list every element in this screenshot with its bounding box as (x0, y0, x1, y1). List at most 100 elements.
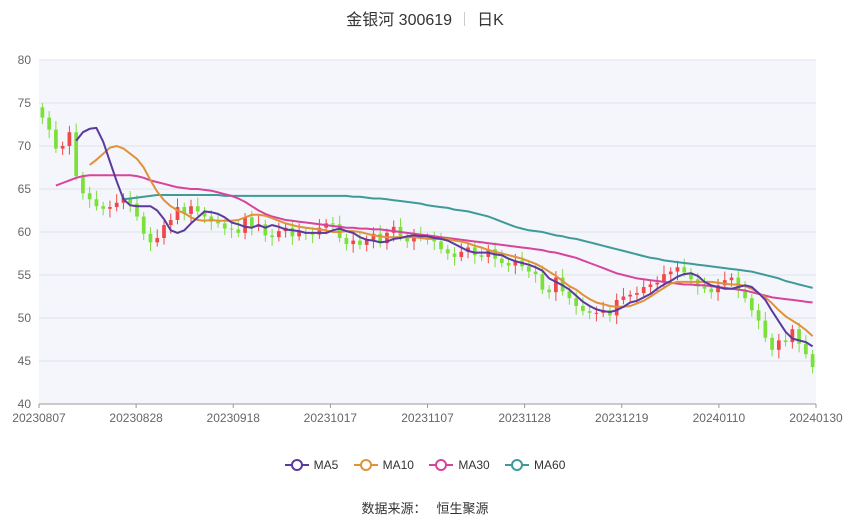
legend-ma5-label: MA5 (313, 458, 339, 472)
candle-body (533, 271, 538, 275)
candle-body (47, 117, 51, 130)
x-tick-label: 20230918 (207, 411, 261, 425)
candle-body (479, 255, 484, 257)
candlestick-chart: 40 45 50 55 60 65 70 75 80 20230807 20230828 202309… (12, 53, 843, 425)
y-tick-label: 40 (18, 397, 32, 411)
candle-body (297, 232, 301, 237)
candle-body (790, 329, 795, 343)
candle-body (222, 223, 227, 229)
x-tick-label: 20231017 (304, 411, 358, 425)
candle-body (108, 207, 112, 209)
legend-ma10-label: MA10 (382, 458, 414, 472)
x-tick-label: 20230807 (12, 411, 66, 425)
y-tick-label: 60 (18, 225, 32, 239)
candle-body (155, 238, 160, 243)
x-tick-label: 20231219 (595, 411, 649, 425)
candle-body (168, 219, 173, 226)
candle-body (621, 296, 626, 300)
candle-body (60, 146, 65, 149)
candle-body (655, 282, 660, 285)
data-source-value: 恒生聚源 (436, 501, 489, 516)
candle-body (101, 206, 106, 209)
candle-body (540, 274, 545, 290)
candle-body (770, 337, 774, 350)
candle-body (547, 289, 551, 293)
candle-body (141, 216, 146, 234)
candle-body (148, 233, 153, 243)
y-tick-label: 75 (18, 96, 32, 110)
candle-body (452, 253, 457, 257)
candle-body (54, 129, 58, 149)
legend-item-ma60[interactable]: MA60 (505, 458, 565, 472)
y-tick-label: 45 (18, 354, 32, 368)
candle-body (763, 320, 768, 338)
legend-item-ma30[interactable]: MA30 (429, 458, 490, 472)
candle-body (756, 310, 761, 321)
data-source-label: 数据来源： (361, 501, 427, 516)
candle-body (216, 221, 220, 224)
legend-item-ma5[interactable]: MA5 (284, 458, 339, 472)
candle-body (270, 235, 274, 238)
candle-body (554, 277, 558, 293)
candle-body (709, 288, 714, 293)
legend-ma60-marker (505, 459, 530, 471)
y-tick-label: 70 (18, 139, 32, 153)
candle-body (162, 225, 166, 239)
candle-body (439, 241, 443, 250)
candle-body (87, 193, 92, 200)
candle-body (195, 206, 200, 212)
candle-body (40, 107, 45, 118)
legend-ma60-label: MA60 (534, 458, 566, 472)
candle-body (276, 231, 281, 238)
candle-body (499, 258, 504, 263)
x-tick-label: 20240130 (789, 411, 843, 425)
candle-body (729, 277, 734, 281)
legend-ma30-label: MA30 (458, 458, 490, 472)
candle-body (249, 217, 254, 227)
candle-body (67, 132, 72, 146)
candle-body (331, 223, 335, 225)
candle-body (94, 199, 99, 207)
candle-body (358, 240, 362, 245)
candle-body (641, 287, 646, 294)
candle-body (567, 291, 572, 299)
candle-body (229, 228, 234, 230)
candle-body (749, 298, 754, 311)
candle-body (628, 294, 633, 297)
y-tick-label: 80 (18, 53, 32, 67)
candle-body (648, 284, 653, 288)
candle-body (682, 267, 687, 273)
candle-body (581, 305, 585, 312)
data-source: 数据来源： 恒生聚源 (0, 498, 850, 517)
x-tick-label: 20231128 (498, 411, 551, 425)
candle-body (114, 202, 119, 208)
candle-body (344, 238, 349, 245)
x-tick-label: 20240110 (693, 411, 746, 425)
candle-body (290, 227, 295, 237)
candle-body (81, 176, 85, 194)
candle-body (635, 293, 639, 295)
candle-body (263, 224, 268, 236)
legend-ma5-marker (284, 459, 309, 471)
candle-body (776, 340, 781, 350)
candle-body (445, 249, 450, 254)
legend-ma10-marker (353, 459, 378, 471)
candle-body (668, 271, 673, 275)
candle-body (243, 217, 247, 233)
candle-body (189, 206, 193, 214)
x-tick-label: 20230828 (109, 411, 163, 425)
candle-body (675, 267, 680, 272)
candle-body (351, 240, 356, 245)
y-tick-label: 55 (18, 268, 32, 282)
candle-body (506, 262, 511, 266)
candle-body (574, 298, 579, 306)
candle-body (810, 354, 815, 368)
candle-body (702, 286, 707, 289)
candle-body (594, 312, 599, 314)
chart-legend: MA5 MA10 MA30 MA60 (0, 458, 850, 475)
candle-body (804, 343, 808, 355)
y-tick-label: 65 (18, 182, 32, 196)
legend-item-ma10[interactable]: MA10 (353, 458, 414, 472)
candle-body (587, 311, 592, 313)
x-tick-label: 20231107 (401, 411, 454, 425)
